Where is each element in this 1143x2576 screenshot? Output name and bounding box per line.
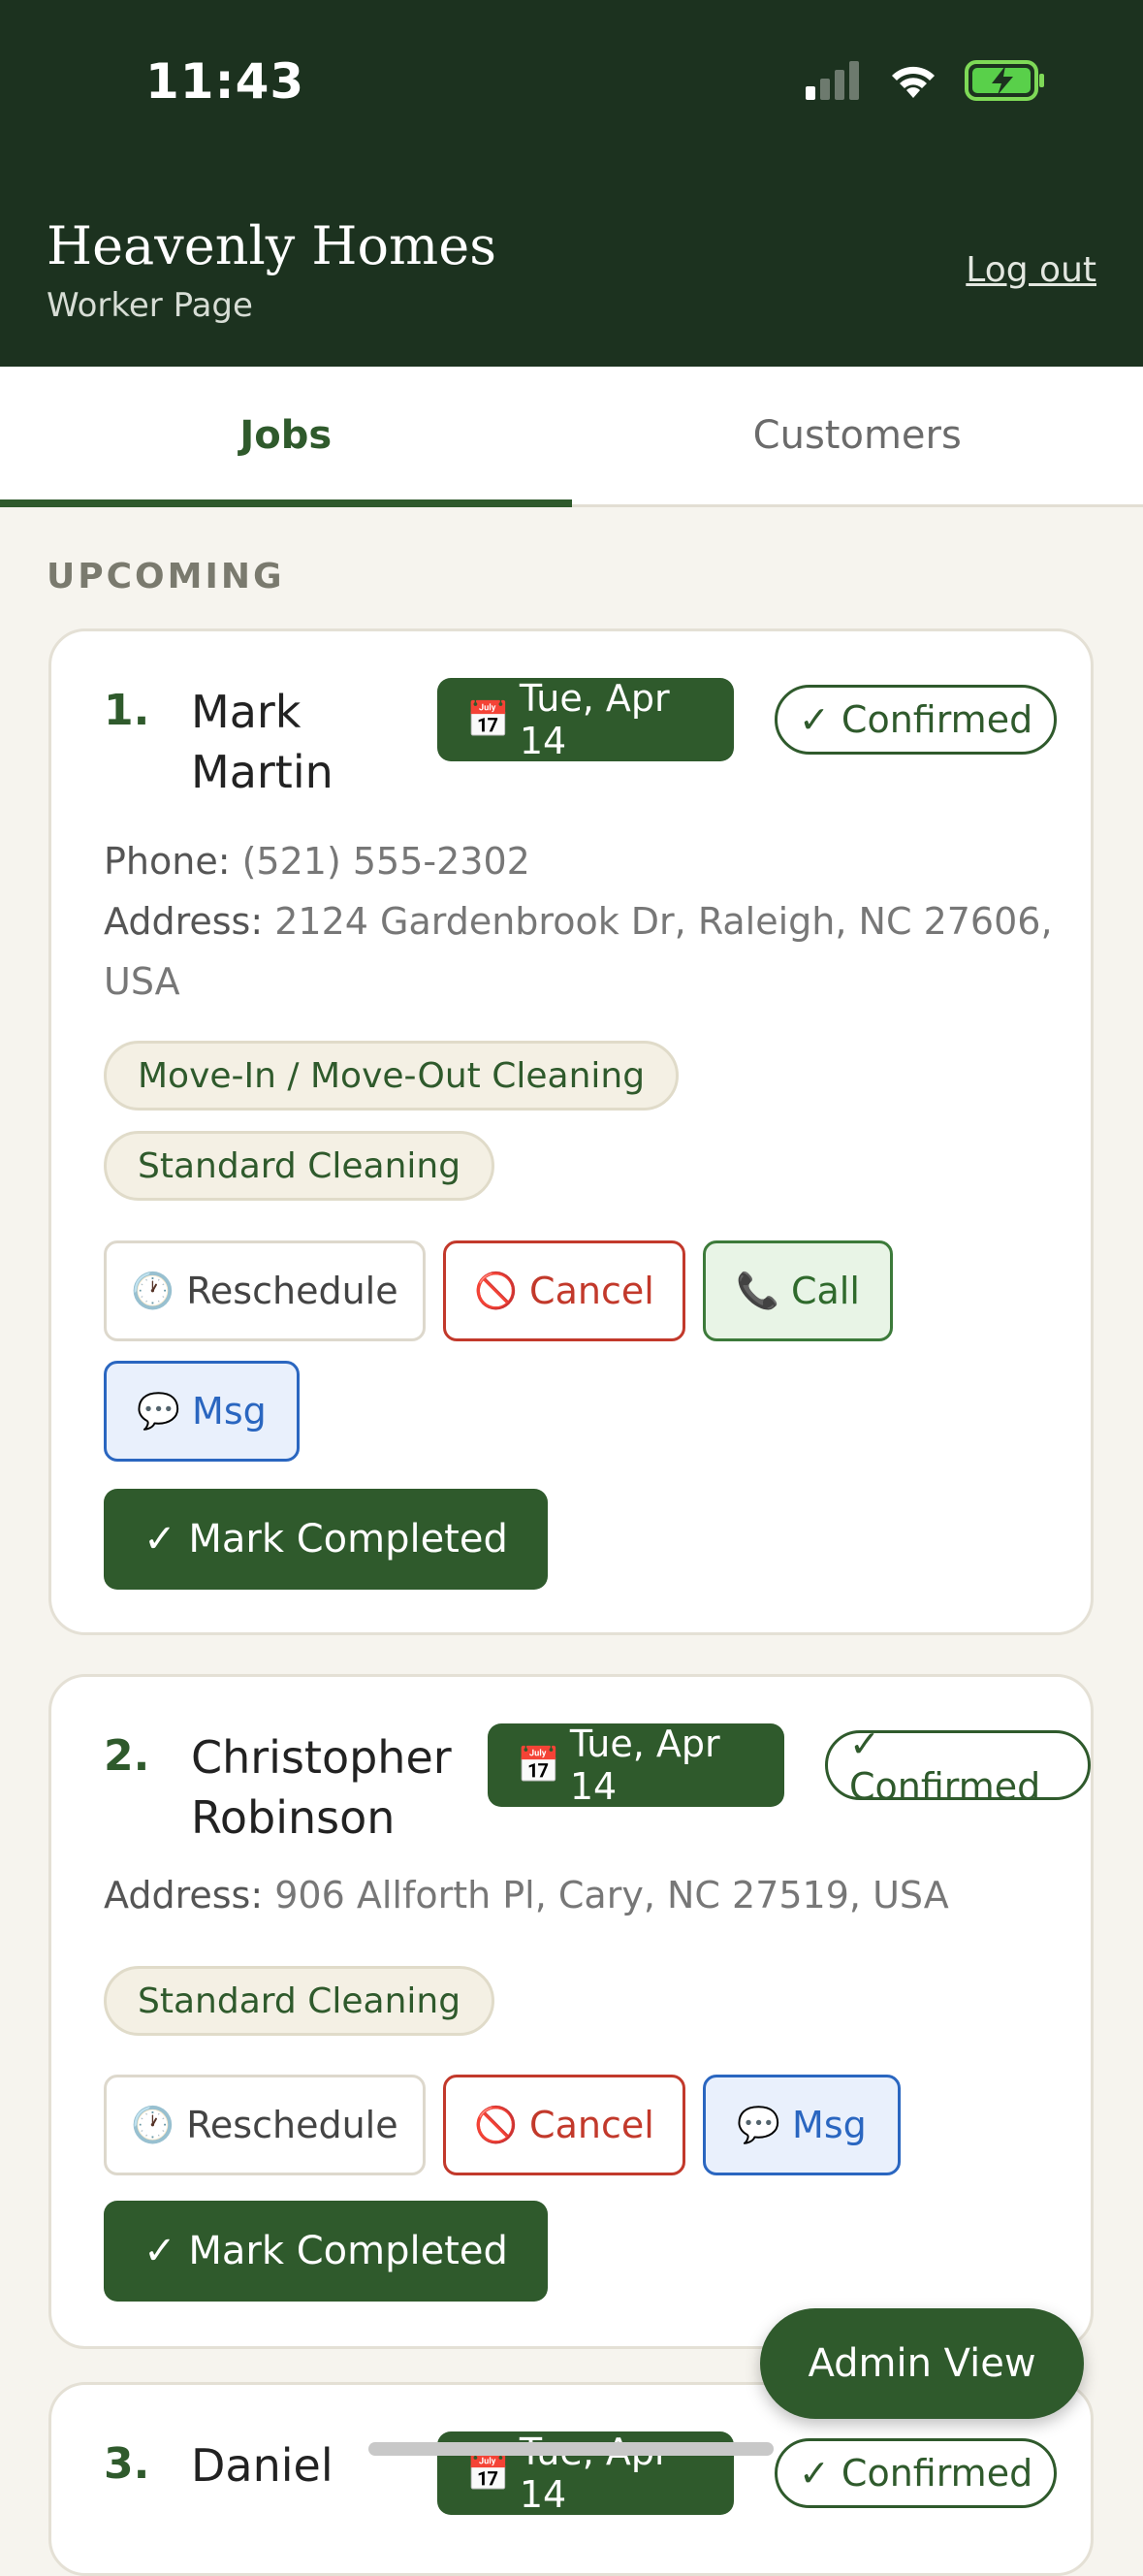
logout-link[interactable]: Log out bbox=[966, 250, 1096, 290]
speech-bubble-icon: 💬 bbox=[737, 2105, 780, 2145]
battery-charging-icon bbox=[965, 60, 1046, 101]
phone-label: Phone: bbox=[104, 840, 231, 883]
status-badge: ✓ Confirmed bbox=[775, 2438, 1057, 2508]
home-indicator[interactable] bbox=[368, 2442, 774, 2456]
customer-name: Daniel bbox=[191, 2435, 333, 2496]
tab-customers[interactable]: Customers bbox=[572, 367, 1143, 504]
cancel-button[interactable]: 🚫 Cancel bbox=[443, 2075, 685, 2175]
cancel-button[interactable]: 🚫 Cancel bbox=[443, 1240, 685, 1341]
phone-value: (521) 555-2302 bbox=[242, 840, 530, 883]
customer-first-name: Daniel bbox=[191, 2435, 333, 2496]
job-card-2: 2. Christopher Robinson 📅 Tue, Apr 14 ✓ … bbox=[48, 1674, 1094, 2349]
admin-view-button[interactable]: Admin View bbox=[760, 2308, 1084, 2419]
date-text: Tue, Apr 14 bbox=[520, 677, 705, 762]
phone-row: Phone: (521) 555-2302 bbox=[104, 831, 530, 891]
date-badge: 📅 Tue, Apr 14 bbox=[437, 678, 734, 761]
address-value-cont: USA bbox=[104, 960, 180, 1003]
service-tag: Standard Cleaning bbox=[104, 1966, 494, 2036]
job-number: 3. bbox=[104, 2439, 149, 2489]
msg-label: Msg bbox=[192, 1390, 267, 1433]
clock-icon: 🕐 bbox=[131, 1271, 175, 1311]
calendar-icon: 📅 bbox=[517, 1745, 560, 1786]
service-tag: Move-In / Move-Out Cleaning bbox=[104, 1041, 679, 1111]
customer-name: Christopher Robinson bbox=[191, 1727, 452, 1848]
address-value: 2124 Gardenbrook Dr, Raleigh, NC 27606, bbox=[274, 900, 1052, 943]
customer-last-name: Martin bbox=[191, 742, 333, 802]
section-label-upcoming: UPCOMING bbox=[47, 557, 285, 596]
reschedule-button[interactable]: 🕐 Reschedule bbox=[104, 2075, 426, 2175]
speech-bubble-icon: 💬 bbox=[137, 1391, 180, 1432]
call-label: Call bbox=[791, 1270, 860, 1312]
date-badge: 📅 Tue, Apr 14 bbox=[488, 1723, 784, 1807]
job-card-1: 1. Mark Martin 📅 Tue, Apr 14 ✓ Confirmed… bbox=[48, 628, 1094, 1635]
tab-bar: Jobs Customers bbox=[0, 367, 1143, 507]
address-row: Address: 906 Allforth Pl, Cary, NC 27519… bbox=[104, 1865, 949, 1925]
cellular-signal-icon bbox=[804, 61, 862, 100]
brand-title: Heavenly Homes bbox=[47, 215, 496, 276]
status-badge: ✓ Confirmed bbox=[825, 1730, 1091, 1800]
status-time: 11:43 bbox=[145, 53, 304, 110]
calendar-icon: 📅 bbox=[466, 2453, 510, 2494]
clock-icon: 🕐 bbox=[131, 2105, 175, 2145]
page-subtitle: Worker Page bbox=[47, 286, 253, 325]
msg-button[interactable]: 💬 Msg bbox=[703, 2075, 901, 2175]
service-tag: Standard Cleaning bbox=[104, 1131, 494, 1201]
msg-button[interactable]: 💬 Msg bbox=[104, 1361, 300, 1462]
customer-last-name: Robinson bbox=[191, 1787, 452, 1848]
prohibited-icon: 🚫 bbox=[474, 1271, 518, 1311]
job-number: 1. bbox=[104, 686, 149, 735]
cancel-label: Cancel bbox=[529, 1270, 654, 1312]
customer-first-name: Mark bbox=[191, 682, 333, 742]
reschedule-label: Reschedule bbox=[186, 1270, 397, 1312]
date-text: Tue, Apr 14 bbox=[570, 1723, 755, 1808]
status-badge: ✓ Confirmed bbox=[775, 685, 1057, 755]
address-label: Address: bbox=[104, 1874, 263, 1916]
phone-icon: 📞 bbox=[736, 1271, 779, 1311]
job-number: 2. bbox=[104, 1731, 149, 1781]
calendar-icon: 📅 bbox=[466, 699, 510, 740]
mark-completed-button[interactable]: ✓ Mark Completed bbox=[104, 1489, 548, 1590]
address-value: 906 Allforth Pl, Cary, NC 27519, USA bbox=[274, 1874, 948, 1916]
reschedule-button[interactable]: 🕐 Reschedule bbox=[104, 1240, 426, 1341]
msg-label: Msg bbox=[792, 2104, 867, 2146]
cancel-label: Cancel bbox=[529, 2104, 654, 2146]
reschedule-label: Reschedule bbox=[186, 2104, 397, 2146]
mark-completed-button[interactable]: ✓ Mark Completed bbox=[104, 2201, 548, 2302]
address-label: Address: bbox=[104, 900, 263, 943]
address-row: Address: 2124 Gardenbrook Dr, Raleigh, N… bbox=[104, 891, 1053, 1012]
customer-first-name: Christopher bbox=[191, 1727, 452, 1787]
call-button[interactable]: 📞 Call bbox=[703, 1240, 893, 1341]
status-icons bbox=[804, 60, 1046, 101]
prohibited-icon: 🚫 bbox=[474, 2105, 518, 2145]
tab-jobs[interactable]: Jobs bbox=[0, 367, 572, 504]
app-header: 11:43 Heavenly Homes Worker Page Log out bbox=[0, 0, 1143, 367]
customer-name: Mark Martin bbox=[191, 682, 333, 802]
wifi-icon bbox=[887, 61, 939, 100]
